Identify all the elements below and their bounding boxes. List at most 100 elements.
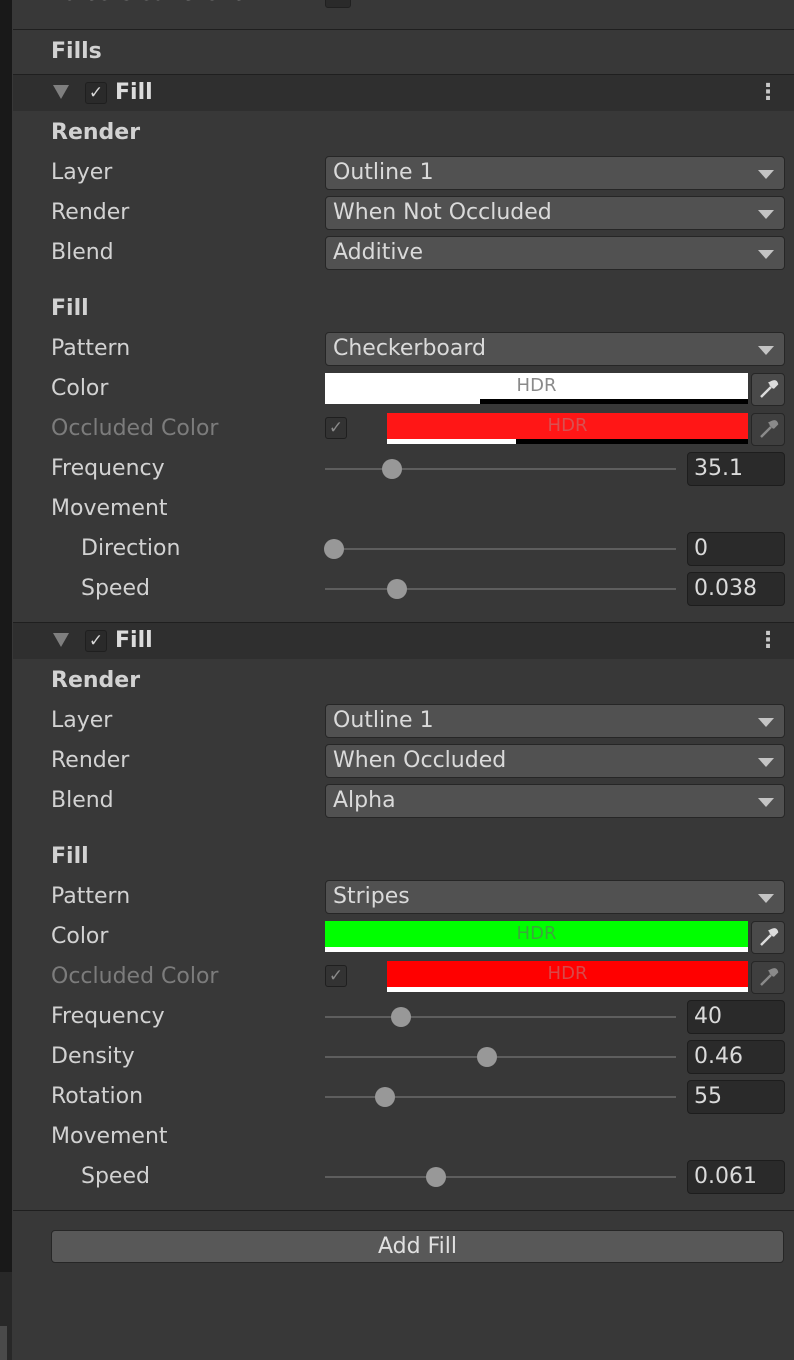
render-label: Render [51, 748, 130, 773]
direction-field[interactable]: 0 [687, 532, 785, 566]
fill-2-blend-row: Blend Alpha [13, 781, 794, 821]
fill-2-header[interactable]: ✓ Fill ⋮ [13, 623, 794, 659]
frequency-label: Frequency [51, 1004, 165, 1029]
speed-slider-track[interactable] [325, 588, 676, 590]
blend-label: Blend [51, 788, 114, 813]
layer-value: Outline 1 [333, 708, 434, 733]
occluded-color-swatch[interactable]: HDR [387, 961, 748, 992]
color-swatch[interactable]: HDR [325, 373, 748, 404]
occluded-color-checkbox[interactable]: ✓ [325, 417, 347, 439]
fill-1-frequency-row: Frequency 35.1 [13, 449, 794, 489]
speed-field[interactable]: 0.038 [687, 572, 785, 606]
rotation-slider-knob[interactable] [375, 1087, 395, 1107]
pattern-dropdown[interactable]: Checkerboard [325, 332, 785, 366]
eyedropper-icon[interactable] [751, 373, 785, 406]
density-slider-track[interactable] [325, 1056, 676, 1058]
blend-dropdown[interactable]: Alpha [325, 784, 785, 818]
speed-value: 0.038 [694, 576, 757, 601]
density-field[interactable]: 0.46 [687, 1040, 785, 1074]
triangle-down-icon[interactable] [53, 85, 69, 99]
color-swatch[interactable]: HDR [325, 921, 748, 952]
speed-field[interactable]: 0.061 [687, 1160, 785, 1194]
fill-2-speed-row: Speed 0.061 [13, 1157, 794, 1197]
triangle-down-icon[interactable] [53, 633, 69, 647]
frequency-field[interactable]: 35.1 [687, 452, 785, 486]
fill-2-layer-row: Layer Outline 1 [13, 701, 794, 741]
fill-1-enabled-checkbox[interactable]: ✓ [85, 82, 107, 104]
occluded-color-swatch[interactable]: HDR [387, 413, 748, 444]
occluded-color-checkbox[interactable]: ✓ [325, 965, 347, 987]
eyedropper-icon[interactable] [751, 961, 785, 994]
density-slider-knob[interactable] [477, 1047, 497, 1067]
render-heading: Render [51, 668, 141, 693]
check-icon: ✓ [328, 966, 344, 986]
left-scroll-nub[interactable] [0, 1326, 7, 1360]
frequency-slider-track[interactable] [325, 1016, 676, 1018]
fill-heading: Fill [51, 296, 89, 321]
fill-1-color-row: Color HDR [13, 369, 794, 409]
speed-slider-track[interactable] [325, 1176, 676, 1178]
alpha-bar [387, 987, 748, 992]
pattern-dropdown[interactable]: Stripes [325, 880, 785, 914]
fill-1-movement-row: Movement [13, 489, 794, 529]
color-label: Color [51, 376, 109, 401]
inspector-panel: Force Clear Stencil Fills ✓ Fill ⋮ Rende… [13, 0, 794, 1360]
kebab-menu-icon[interactable]: ⋮ [757, 81, 779, 105]
frequency-field[interactable]: 40 [687, 1000, 785, 1034]
fill-1-speed-row: Speed 0.038 [13, 569, 794, 609]
dropdown-arrow-icon [758, 250, 774, 259]
left-panel-edge [0, 0, 12, 1360]
occluded-color-label: Occluded Color [51, 416, 219, 441]
direction-slider-knob[interactable] [324, 539, 344, 559]
speed-slider-knob[interactable] [426, 1167, 446, 1187]
fill-2-render-row: Render When Occluded [13, 741, 794, 781]
render-dropdown[interactable]: When Not Occluded [325, 196, 785, 230]
hdr-label: HDR [516, 375, 557, 396]
frequency-slider-track[interactable] [325, 468, 676, 470]
blend-label: Blend [51, 240, 114, 265]
fill-2-occluded-color-row: Occluded Color ✓ HDR [13, 957, 794, 997]
hdr-label: HDR [547, 415, 588, 436]
fill-1-header[interactable]: ✓ Fill ⋮ [13, 75, 794, 111]
render-label: Render [51, 200, 130, 225]
fills-heading-row: Fills [13, 32, 794, 72]
alpha-bar-fill [387, 439, 516, 444]
fill-2-rotation-row: Rotation 55 [13, 1077, 794, 1117]
fill-1-blend-row: Blend Additive [13, 233, 794, 273]
movement-label: Movement [51, 1124, 168, 1149]
fill-1-direction-row: Direction 0 [13, 529, 794, 569]
direction-slider-track[interactable] [325, 548, 676, 550]
fill-2-enabled-checkbox[interactable]: ✓ [85, 630, 107, 652]
frequency-slider-knob[interactable] [391, 1007, 411, 1027]
fill-2-fill-heading-row: Fill [13, 837, 794, 877]
dropdown-arrow-icon [758, 210, 774, 219]
eyedropper-icon[interactable] [751, 413, 785, 446]
dropdown-arrow-icon [758, 798, 774, 807]
force-clear-stencil-checkbox[interactable] [325, 0, 351, 8]
fill-heading: Fill [51, 844, 89, 869]
direction-label: Direction [81, 536, 181, 561]
fill-2-title: Fill [115, 628, 153, 653]
add-fill-button[interactable]: Add Fill [51, 1230, 784, 1263]
frequency-label: Frequency [51, 456, 165, 481]
eyedropper-icon[interactable] [751, 921, 785, 954]
render-dropdown[interactable]: When Occluded [325, 744, 785, 778]
fill-2-color-row: Color HDR [13, 917, 794, 957]
kebab-menu-icon[interactable]: ⋮ [757, 629, 779, 653]
rotation-field[interactable]: 55 [687, 1080, 785, 1114]
density-label: Density [51, 1044, 135, 1069]
rotation-label: Rotation [51, 1084, 144, 1109]
layer-dropdown[interactable]: Outline 1 [325, 156, 785, 190]
frequency-slider-knob[interactable] [382, 459, 402, 479]
blend-value: Alpha [333, 788, 396, 813]
layer-dropdown[interactable]: Outline 1 [325, 704, 785, 738]
speed-value: 0.061 [694, 1164, 757, 1189]
blend-dropdown[interactable]: Additive [325, 236, 785, 270]
fills-heading: Fills [51, 39, 102, 64]
force-clear-stencil-label: Force Clear Stencil [51, 0, 256, 8]
rotation-value: 55 [694, 1084, 722, 1109]
movement-label: Movement [51, 496, 168, 521]
divider [13, 1210, 794, 1211]
speed-slider-knob[interactable] [387, 579, 407, 599]
frequency-value: 35.1 [694, 456, 743, 481]
